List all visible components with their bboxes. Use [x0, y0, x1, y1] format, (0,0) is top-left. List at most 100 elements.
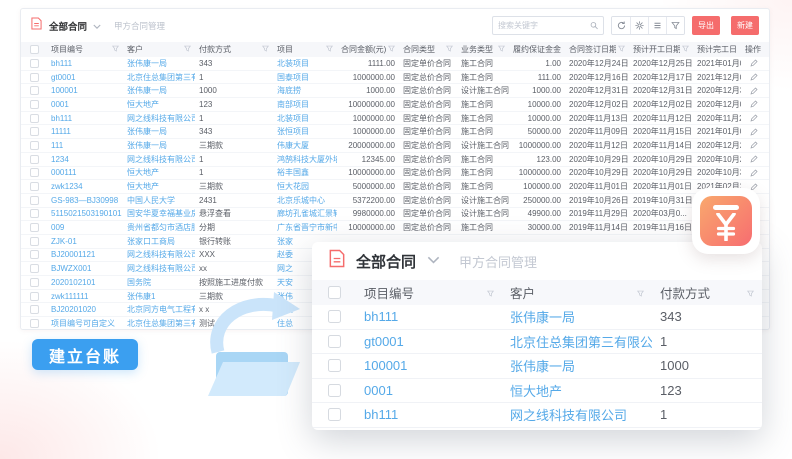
- row-checkbox[interactable]: [328, 335, 341, 348]
- cell-link[interactable]: 网之线科技有限公司: [123, 262, 195, 275]
- row-checkbox[interactable]: [30, 196, 39, 205]
- filter-icon[interactable]: [496, 45, 505, 54]
- cell-link[interactable]: BJ20001121: [47, 249, 123, 262]
- cell-link[interactable]: 恒大地产: [123, 98, 195, 111]
- cell-link[interactable]: gt0001: [356, 330, 502, 354]
- cell-link[interactable]: 网之线科技有限公司: [123, 112, 195, 125]
- cell-link[interactable]: 100001: [47, 84, 123, 97]
- cell-link[interactable]: 11111: [47, 125, 123, 138]
- row-checkbox[interactable]: [30, 319, 39, 328]
- table-row[interactable]: bh111网之线科技有限公司1: [312, 403, 762, 428]
- chevron-down-icon[interactable]: [427, 252, 440, 270]
- cell-link[interactable]: bh111: [47, 112, 123, 125]
- edit-icon[interactable]: [741, 87, 767, 95]
- row-checkbox[interactable]: [30, 73, 39, 82]
- row-checkbox[interactable]: [30, 292, 39, 301]
- cell-link[interactable]: 中国人民大学: [123, 194, 195, 207]
- cell-link[interactable]: 鸿鹄科技大厦外墙施工项目: [273, 153, 337, 166]
- row-checkbox[interactable]: [30, 264, 39, 273]
- row-checkbox[interactable]: [30, 100, 39, 109]
- cell-link[interactable]: 海底捞: [273, 84, 337, 97]
- cell-link[interactable]: 张伟康一局: [502, 354, 652, 378]
- cell-link[interactable]: 张伟康一局: [123, 139, 195, 152]
- table-row[interactable]: bh111张伟康一局343北装项目1111.00固定单价合同施工合同1.0020…: [21, 57, 769, 71]
- cell-link[interactable]: 网之线科技有限公司: [123, 153, 195, 166]
- table-row[interactable]: 11111张伟康一局343张恒项目1000000.00固定单价合同施工合同500…: [21, 125, 769, 139]
- cell-link[interactable]: 项目编号可自定义: [47, 317, 123, 330]
- row-checkbox[interactable]: [30, 86, 39, 95]
- select-all-checkbox[interactable]: [30, 45, 39, 54]
- cell-link[interactable]: 0001: [356, 379, 502, 403]
- cell-link[interactable]: 北京同方电气工程有限公司: [123, 303, 195, 316]
- cell-link[interactable]: 北京住总集团第三有限公司: [123, 71, 195, 84]
- row-checkbox[interactable]: [30, 237, 39, 246]
- cell-link[interactable]: 张家口工商局: [123, 235, 195, 248]
- cell-link[interactable]: 张伟康一局: [123, 84, 195, 97]
- cell-link[interactable]: 2020102101: [47, 276, 123, 289]
- cell-link[interactable]: 000111: [47, 167, 123, 180]
- cell-link[interactable]: ZJK-01: [47, 235, 123, 248]
- cell-link[interactable]: 北京住总集团第三有限公司: [123, 317, 195, 330]
- cell-link[interactable]: 国安华夏幸福基业房地产...: [123, 208, 195, 221]
- row-checkbox[interactable]: [30, 305, 39, 314]
- cell-link[interactable]: 廊坊孔雀城汇景轩: [273, 208, 337, 221]
- cell-link[interactable]: 1234: [47, 153, 123, 166]
- cell-link[interactable]: 裕丰国鑫: [273, 167, 337, 180]
- cell-link[interactable]: 广东省晋宁市新中医医院...: [273, 221, 337, 234]
- search-input[interactable]: [498, 21, 590, 30]
- create-button[interactable]: 新建: [731, 16, 759, 35]
- row-checkbox[interactable]: [30, 182, 39, 191]
- cell-link[interactable]: 伟康大厦: [273, 139, 337, 152]
- cell-link[interactable]: 北京乐城中心: [273, 194, 337, 207]
- cell-link[interactable]: 100001: [356, 354, 502, 378]
- cell-link[interactable]: GS-983—BJ30998: [47, 194, 123, 207]
- cell-link[interactable]: 张伟康一局: [502, 305, 652, 329]
- cell-link[interactable]: 贵州省都匀市酒店服务有...: [123, 221, 195, 234]
- row-checkbox[interactable]: [30, 209, 39, 218]
- filter-icon[interactable]: [680, 45, 689, 54]
- cell-link[interactable]: 恒大地产: [502, 379, 652, 403]
- edit-icon[interactable]: [741, 114, 767, 122]
- cell-link[interactable]: 北装项目: [273, 112, 337, 125]
- row-checkbox[interactable]: [30, 59, 39, 68]
- table-row[interactable]: bh111网之线科技有限公司1北装项目1000000.00固定单价合同施工合同1…: [21, 112, 769, 126]
- row-checkbox[interactable]: [30, 141, 39, 150]
- edit-icon[interactable]: [741, 128, 767, 136]
- table-row[interactable]: bh111张伟康一局343: [312, 305, 762, 330]
- filter-icon[interactable]: [110, 45, 119, 54]
- cell-link[interactable]: bh111: [356, 403, 502, 427]
- export-button[interactable]: 导出: [692, 16, 720, 35]
- edit-icon[interactable]: [741, 73, 767, 81]
- gear-icon[interactable]: [630, 17, 648, 34]
- edit-icon[interactable]: [741, 155, 767, 163]
- filter-icon[interactable]: [386, 45, 395, 54]
- cell-link[interactable]: BJWZX001: [47, 262, 123, 275]
- cell-link[interactable]: 网之线科技有限公司: [123, 249, 195, 262]
- cell-link[interactable]: 恒大花园: [273, 180, 337, 193]
- cell-link[interactable]: 国泰项目: [273, 71, 337, 84]
- cell-link[interactable]: 南部项目: [273, 98, 337, 111]
- table-row[interactable]: gt0001北京住总集团第三有限公司1国泰项目1000000.00固定总价合同施…: [21, 71, 769, 85]
- row-checkbox[interactable]: [328, 310, 341, 323]
- filter-icon[interactable]: [324, 45, 333, 54]
- table-row[interactable]: GS-983—BJ30998中国人民大学2431北京乐城中心5372200.00…: [21, 194, 769, 208]
- table-row[interactable]: gt0001北京住总集团第三有限公司1: [312, 330, 762, 355]
- row-checkbox[interactable]: [328, 384, 341, 397]
- row-checkbox[interactable]: [328, 359, 341, 372]
- filter-icon[interactable]: [182, 45, 191, 54]
- row-checkbox[interactable]: [328, 408, 341, 421]
- cell-link[interactable]: 恒大地产: [123, 167, 195, 180]
- filter-icon[interactable]: [635, 286, 644, 300]
- table-row[interactable]: 5115021503190101国安华夏幸福基业房地产...悬浮查看廊坊孔雀城汇…: [21, 208, 769, 222]
- table-row[interactable]: zwk1234恒大地产三期款恒大花园5000000.00固定总价合同施工合同10…: [21, 180, 769, 194]
- row-checkbox[interactable]: [30, 155, 39, 164]
- cell-link[interactable]: 张伟康1: [123, 290, 195, 303]
- cell-link[interactable]: 国务院: [123, 276, 195, 289]
- table-row[interactable]: 000111恒大地产1裕丰国鑫10000000.00固定总价合同施工合同1000…: [21, 167, 769, 181]
- edit-icon[interactable]: [741, 169, 767, 177]
- cell-link[interactable]: 张恒项目: [273, 125, 337, 138]
- filter-icon[interactable]: [745, 286, 754, 300]
- filter-icon[interactable]: [260, 45, 269, 54]
- cell-link[interactable]: 111: [47, 139, 123, 152]
- cell-link[interactable]: 北京住总集团第三有限公司: [502, 330, 652, 354]
